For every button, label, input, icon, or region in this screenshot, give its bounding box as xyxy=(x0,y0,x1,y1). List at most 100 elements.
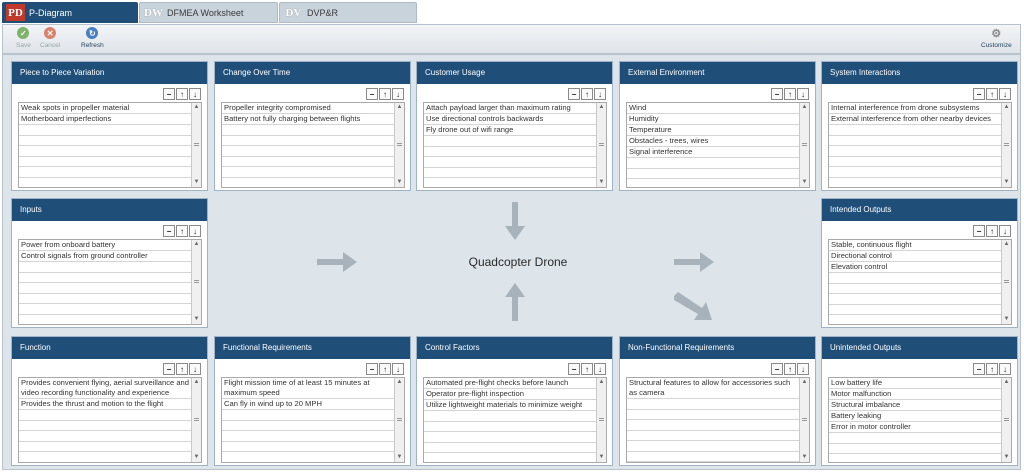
move-down-button[interactable]: ↓ xyxy=(797,363,809,375)
move-up-button[interactable]: ↑ xyxy=(986,363,998,375)
empty-row[interactable] xyxy=(627,431,800,441)
scrollbar[interactable]: ▲ ▼ xyxy=(1001,240,1011,324)
move-up-button[interactable]: ↑ xyxy=(986,225,998,237)
empty-row[interactable] xyxy=(627,169,800,179)
empty-row[interactable] xyxy=(424,136,597,147)
scroll-down-icon[interactable]: ▼ xyxy=(800,453,809,462)
empty-row[interactable] xyxy=(19,157,192,167)
empty-row[interactable] xyxy=(627,158,800,169)
list-item[interactable]: Motor malfunction xyxy=(829,389,1002,400)
empty-row[interactable] xyxy=(222,167,395,178)
scroll-up-icon[interactable]: ▲ xyxy=(395,103,404,112)
empty-row[interactable] xyxy=(424,422,597,432)
list-item[interactable]: Signal interference xyxy=(627,147,800,158)
scroll-grip-icon[interactable] xyxy=(194,143,199,146)
empty-row[interactable] xyxy=(424,157,597,168)
empty-row[interactable] xyxy=(19,315,192,325)
empty-row[interactable] xyxy=(627,441,800,452)
move-up-button[interactable]: ↑ xyxy=(986,88,998,100)
list-item[interactable]: Structural imbalance xyxy=(829,400,1002,411)
move-up-button[interactable]: ↑ xyxy=(176,225,188,237)
list-item[interactable]: Internal interference from drone subsyst… xyxy=(829,103,1002,114)
empty-row[interactable] xyxy=(829,146,1002,157)
list-item[interactable]: Humidity xyxy=(627,114,800,125)
move-down-button[interactable]: ↓ xyxy=(189,225,201,237)
scroll-grip-icon[interactable] xyxy=(802,143,807,146)
move-down-button[interactable]: ↓ xyxy=(999,88,1011,100)
scroll-up-icon[interactable]: ▲ xyxy=(192,378,201,387)
empty-row[interactable] xyxy=(19,421,192,431)
scrollbar[interactable]: ▲ ▼ xyxy=(596,103,606,187)
list-item[interactable]: Motherboard imperfections xyxy=(19,114,192,125)
scrollbar[interactable]: ▲ ▼ xyxy=(191,378,201,462)
scroll-up-icon[interactable]: ▲ xyxy=(192,103,201,112)
list-item[interactable]: Stable, continuous flight xyxy=(829,240,1002,251)
empty-row[interactable] xyxy=(627,420,800,431)
empty-row[interactable] xyxy=(829,315,1002,324)
item-list[interactable]: Automated pre-flight checks before launc… xyxy=(423,377,607,463)
list-item[interactable]: Flight mission time of at least 15 minut… xyxy=(222,378,395,399)
empty-row[interactable] xyxy=(829,167,1002,178)
scroll-down-icon[interactable]: ▼ xyxy=(192,453,201,462)
move-down-button[interactable]: ↓ xyxy=(999,225,1011,237)
scroll-up-icon[interactable]: ▲ xyxy=(1002,103,1011,112)
scroll-down-icon[interactable]: ▼ xyxy=(597,453,606,462)
scroll-grip-icon[interactable] xyxy=(397,418,402,421)
remove-item-button[interactable]: − xyxy=(366,363,378,375)
empty-row[interactable] xyxy=(829,305,1002,315)
empty-row[interactable] xyxy=(424,443,597,453)
list-item[interactable]: Provides convenient flying, aerial surve… xyxy=(19,378,192,399)
list-item[interactable]: Can fly in wind up to 20 MPH xyxy=(222,399,395,410)
list-item[interactable]: Low battery life xyxy=(829,378,1002,389)
empty-row[interactable] xyxy=(19,431,192,442)
list-item[interactable]: Structural features to allow for accesso… xyxy=(627,378,800,399)
empty-row[interactable] xyxy=(19,262,192,273)
move-up-button[interactable]: ↑ xyxy=(176,363,188,375)
remove-item-button[interactable]: − xyxy=(771,363,783,375)
empty-row[interactable] xyxy=(222,157,395,167)
list-item[interactable]: Fly drone out of wifi range xyxy=(424,125,597,136)
list-item[interactable]: Error in motor controller xyxy=(829,422,1002,433)
list-item[interactable]: Utilize lightweight materials to minimiz… xyxy=(424,400,597,411)
list-item[interactable]: Obstacles - trees, wires xyxy=(627,136,800,147)
scroll-grip-icon[interactable] xyxy=(599,418,604,421)
scroll-down-icon[interactable]: ▼ xyxy=(800,178,809,187)
scroll-down-icon[interactable]: ▼ xyxy=(192,315,201,324)
tab-dfmea-worksheet[interactable]: DW DFMEA Worksheet xyxy=(139,2,278,23)
empty-row[interactable] xyxy=(424,453,597,462)
empty-row[interactable] xyxy=(424,147,597,157)
scroll-grip-icon[interactable] xyxy=(194,418,199,421)
scroll-up-icon[interactable]: ▲ xyxy=(1002,378,1011,387)
item-list[interactable]: Provides convenient flying, aerial surve… xyxy=(18,377,202,463)
list-item[interactable]: Directional control xyxy=(829,251,1002,262)
empty-row[interactable] xyxy=(19,283,192,294)
scroll-down-icon[interactable]: ▼ xyxy=(395,178,404,187)
list-item[interactable]: Temperature xyxy=(627,125,800,136)
empty-row[interactable] xyxy=(222,452,395,462)
empty-row[interactable] xyxy=(222,410,395,421)
item-list[interactable]: Low battery life Motor malfunction Structu… xyxy=(828,377,1012,463)
empty-row[interactable] xyxy=(222,178,395,188)
move-down-button[interactable]: ↓ xyxy=(392,88,404,100)
empty-row[interactable] xyxy=(19,294,192,304)
empty-row[interactable] xyxy=(19,136,192,146)
empty-row[interactable] xyxy=(424,168,597,178)
remove-item-button[interactable]: − xyxy=(973,88,985,100)
empty-row[interactable] xyxy=(19,410,192,421)
list-item[interactable]: Operator pre-flight inspection xyxy=(424,389,597,400)
remove-item-button[interactable]: − xyxy=(163,225,175,237)
scroll-down-icon[interactable]: ▼ xyxy=(395,453,404,462)
scroll-up-icon[interactable]: ▲ xyxy=(800,103,809,112)
empty-row[interactable] xyxy=(424,411,597,422)
move-up-button[interactable]: ↑ xyxy=(379,88,391,100)
list-item[interactable]: Use directional controls backwards xyxy=(424,114,597,125)
empty-row[interactable] xyxy=(19,167,192,178)
item-list[interactable]: Structural features to allow for accesso… xyxy=(626,377,810,463)
list-item[interactable]: Battery leaking xyxy=(829,411,1002,422)
remove-item-button[interactable]: − xyxy=(973,363,985,375)
scroll-up-icon[interactable]: ▲ xyxy=(192,240,201,249)
empty-row[interactable] xyxy=(19,125,192,136)
empty-row[interactable] xyxy=(19,273,192,283)
scrollbar[interactable]: ▲ ▼ xyxy=(596,378,606,462)
empty-row[interactable] xyxy=(424,432,597,443)
